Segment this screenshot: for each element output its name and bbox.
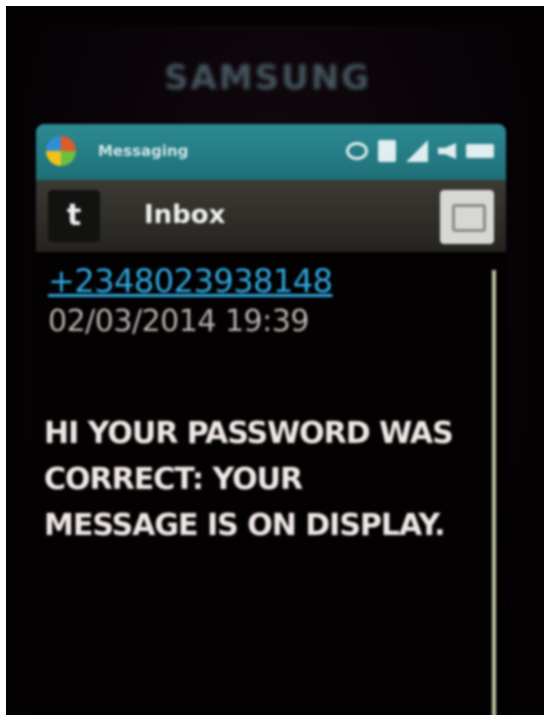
windows-logo-icon[interactable] — [46, 136, 76, 166]
sender-number-link[interactable]: +2348023938148 — [48, 262, 333, 300]
phone-screen: Messaging t Inbox +2348023938148 02/03/2… — [36, 124, 506, 715]
phone-photo: SAMSUNG Messaging t Inbox +2348023938148 — [6, 6, 544, 715]
battery-icon — [466, 144, 494, 158]
back-button[interactable]: t — [48, 190, 100, 242]
device-brand: SAMSUNG — [164, 58, 372, 98]
note-icon — [378, 140, 396, 162]
app-title: Messaging — [98, 142, 189, 160]
chat-icon — [346, 142, 368, 160]
compose-button[interactable] — [440, 190, 494, 244]
message-body: HI YOUR PASSWORD WAS CORRECT: YOUR MESSA… — [44, 416, 454, 543]
back-icon: t — [66, 198, 82, 233]
compose-icon — [452, 204, 486, 232]
status-icons — [346, 140, 494, 162]
page-title: Inbox — [144, 200, 226, 230]
message-timestamp: 02/03/2014 19:39 — [48, 304, 309, 339]
speaker-icon — [438, 143, 456, 159]
inbox-header: t Inbox — [36, 180, 506, 252]
status-bar: Messaging — [36, 124, 506, 180]
signal-icon — [406, 140, 428, 162]
